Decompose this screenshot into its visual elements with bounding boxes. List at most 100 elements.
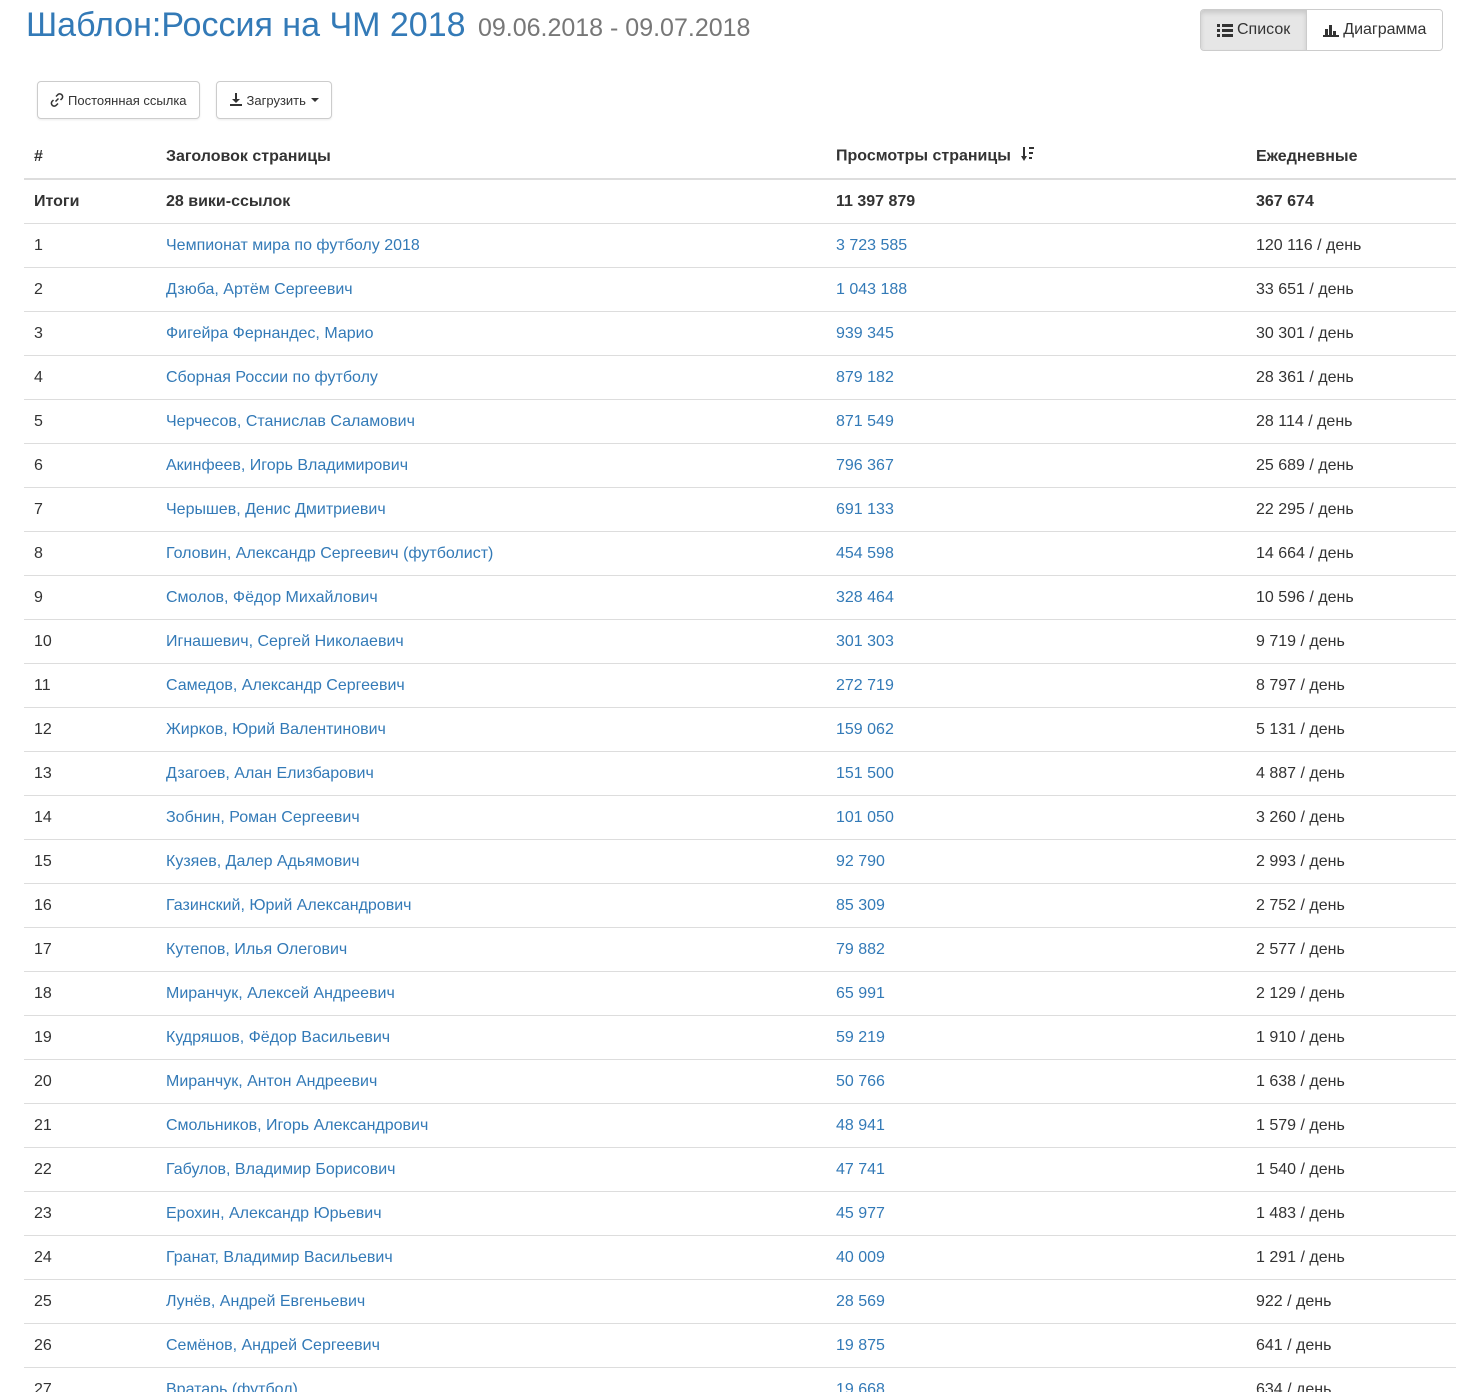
table-row: 16 Газинский, Юрий Александрович 85 309 2 7… <box>24 883 1456 928</box>
pageviews-link[interactable]: 796 367 <box>836 457 894 474</box>
page-title-link[interactable]: Смольников, Игорь Александрович <box>166 1117 428 1134</box>
pageviews-link[interactable]: 301 303 <box>836 633 894 650</box>
download-button[interactable]: Загрузить <box>215 81 332 119</box>
page-title-link[interactable]: Сборная России по футболу <box>166 369 378 386</box>
row-views-cell: 47 741 <box>826 1147 1246 1192</box>
pageviews-link[interactable]: 19 875 <box>836 1337 885 1354</box>
page-title-link[interactable]: Лунёв, Андрей Евгеньевич <box>166 1293 365 1310</box>
pageviews-link[interactable]: 48 941 <box>836 1117 885 1134</box>
pageviews-link[interactable]: 85 309 <box>836 897 885 914</box>
page-title-link[interactable]: Гранат, Владимир Васильевич <box>166 1249 393 1266</box>
row-number: 22 <box>24 1147 156 1192</box>
pageviews-link[interactable]: 79 882 <box>836 941 885 958</box>
pageviews-link[interactable]: 691 133 <box>836 501 894 518</box>
row-views-cell: 301 303 <box>826 619 1246 664</box>
row-daily: 2 129 / день <box>1246 971 1456 1016</box>
row-views-cell: 85 309 <box>826 883 1246 928</box>
row-title-cell: Черчесов, Станислав Саламович <box>156 399 826 444</box>
pageviews-link[interactable]: 871 549 <box>836 413 894 430</box>
pageviews-link[interactable]: 879 182 <box>836 369 894 386</box>
download-label: Загрузить <box>246 92 306 108</box>
pageviews-link[interactable]: 59 219 <box>836 1029 885 1046</box>
page-title-link[interactable]: Игнашевич, Сергей Николаевич <box>166 633 404 650</box>
pageviews-link[interactable]: 101 050 <box>836 809 894 826</box>
page-title-link[interactable]: Габулов, Владимир Борисович <box>166 1161 395 1178</box>
row-views-cell: 65 991 <box>826 971 1246 1016</box>
pageviews-link[interactable]: 40 009 <box>836 1249 885 1266</box>
table-row: 10 Игнашевич, Сергей Николаевич 301 303 9 7… <box>24 619 1456 664</box>
permalink-label: Постоянная ссылка <box>68 92 187 108</box>
pageviews-link[interactable]: 3 723 585 <box>836 237 907 254</box>
page-title-link[interactable]: Смолов, Фёдор Михайлович <box>166 589 378 606</box>
row-daily: 2 752 / день <box>1246 883 1456 928</box>
pageviews-link[interactable]: 50 766 <box>836 1073 885 1090</box>
row-number: 10 <box>24 619 156 664</box>
row-title-cell: Фигейра Фернандес, Марио <box>156 311 826 356</box>
page-title[interactable]: Шаблон:Россия на ЧМ 2018 <box>26 6 466 45</box>
pageviews-link[interactable]: 92 790 <box>836 853 885 870</box>
pageviews-link[interactable]: 939 345 <box>836 325 894 342</box>
page-title-link[interactable]: Акинфеев, Игорь Владимирович <box>166 457 408 474</box>
row-daily: 922 / день <box>1246 1279 1456 1324</box>
row-title-cell: Семёнов, Андрей Сергеевич <box>156 1323 826 1368</box>
page-title-link[interactable]: Ерохин, Александр Юрьевич <box>166 1205 382 1222</box>
row-number: 18 <box>24 971 156 1016</box>
pageviews-link[interactable]: 151 500 <box>836 765 894 782</box>
row-daily: 10 596 / день <box>1246 575 1456 620</box>
page-title-link[interactable]: Кудряшов, Фёдор Васильевич <box>166 1029 390 1046</box>
page-title-link[interactable]: Черышев, Денис Дмитриевич <box>166 501 386 518</box>
pageviews-link[interactable]: 272 719 <box>836 677 894 694</box>
permalink-button[interactable]: Постоянная ссылка <box>37 81 200 119</box>
date-range: 09.06.2018 - 09.07.2018 <box>477 14 751 42</box>
row-number: 16 <box>24 883 156 928</box>
page-title-link[interactable]: Самедов, Александр Сергеевич <box>166 677 405 694</box>
page-title-link[interactable]: Чемпионат мира по футболу 2018 <box>166 237 420 254</box>
column-header-views-label: Просмотры страницы <box>836 147 1011 165</box>
list-view-button[interactable]: Список <box>1201 10 1307 50</box>
row-number: 14 <box>24 795 156 840</box>
row-views-cell: 879 182 <box>826 355 1246 400</box>
row-views-cell: 101 050 <box>826 795 1246 840</box>
pageviews-link[interactable]: 28 569 <box>836 1293 885 1310</box>
chart-view-button[interactable]: Диаграмма <box>1306 10 1443 50</box>
page-title-link[interactable]: Дзагоев, Алан Елизбарович <box>166 765 374 782</box>
table-row: 1 Чемпионат мира по футболу 2018 3 723 585… <box>24 223 1456 268</box>
sort-descending-icon[interactable] <box>1021 146 1035 167</box>
row-views-cell: 48 941 <box>826 1103 1246 1148</box>
page-title-link[interactable]: Жирков, Юрий Валентинович <box>166 721 386 738</box>
page-title-link[interactable]: Дзюба, Артём Сергеевич <box>166 281 353 298</box>
pageviews-link[interactable]: 65 991 <box>836 985 885 1002</box>
page-title-link[interactable]: Газинский, Юрий Александрович <box>166 897 411 914</box>
column-header-views[interactable]: Просмотры страницы <box>826 135 1246 180</box>
row-number: 7 <box>24 487 156 532</box>
row-daily: 1 291 / день <box>1246 1235 1456 1280</box>
row-number: 27 <box>24 1367 156 1392</box>
table-row: 9 Смолов, Фёдор Михайлович 328 464 10 596 /… <box>24 575 1456 620</box>
pageviews-link[interactable]: 47 741 <box>836 1161 885 1178</box>
row-daily: 30 301 / день <box>1246 311 1456 356</box>
pageviews-link[interactable]: 159 062 <box>836 721 894 738</box>
table-row: 21 Смольников, Игорь Александрович 48 941 1… <box>24 1103 1456 1148</box>
page-title-link[interactable]: Кутепов, Илья Олегович <box>166 941 347 958</box>
row-number: 13 <box>24 751 156 796</box>
page-title-link[interactable]: Кузяев, Далер Адьямович <box>166 853 360 870</box>
pageviews-link[interactable]: 19 668 <box>836 1381 885 1392</box>
row-views-cell: 691 133 <box>826 487 1246 532</box>
pageviews-link[interactable]: 328 464 <box>836 589 894 606</box>
pageviews-link[interactable]: 45 977 <box>836 1205 885 1222</box>
page-title-link[interactable]: Вратарь (футбол) <box>166 1381 298 1392</box>
row-views-cell: 19 875 <box>826 1323 1246 1368</box>
table-row: 13 Дзагоев, Алан Елизбарович 151 500 4 887 … <box>24 751 1456 796</box>
row-number: 20 <box>24 1059 156 1104</box>
page-title-link[interactable]: Зобнин, Роман Сергеевич <box>166 809 360 826</box>
page-title-link[interactable]: Миранчук, Антон Андреевич <box>166 1073 377 1090</box>
pageviews-link[interactable]: 454 598 <box>836 545 894 562</box>
page-title-link[interactable]: Черчесов, Станислав Саламович <box>166 413 415 430</box>
page-title-link[interactable]: Фигейра Фернандес, Марио <box>166 325 373 342</box>
pageviews-link[interactable]: 1 043 188 <box>836 281 907 298</box>
row-title-cell: Лунёв, Андрей Евгеньевич <box>156 1279 826 1324</box>
page-title-link[interactable]: Миранчук, Алексей Андреевич <box>166 985 395 1002</box>
page-title-link[interactable]: Головин, Александр Сергеевич (футболист) <box>166 545 493 562</box>
page-title-link[interactable]: Семёнов, Андрей Сергеевич <box>166 1337 380 1354</box>
row-views-cell: 328 464 <box>826 575 1246 620</box>
